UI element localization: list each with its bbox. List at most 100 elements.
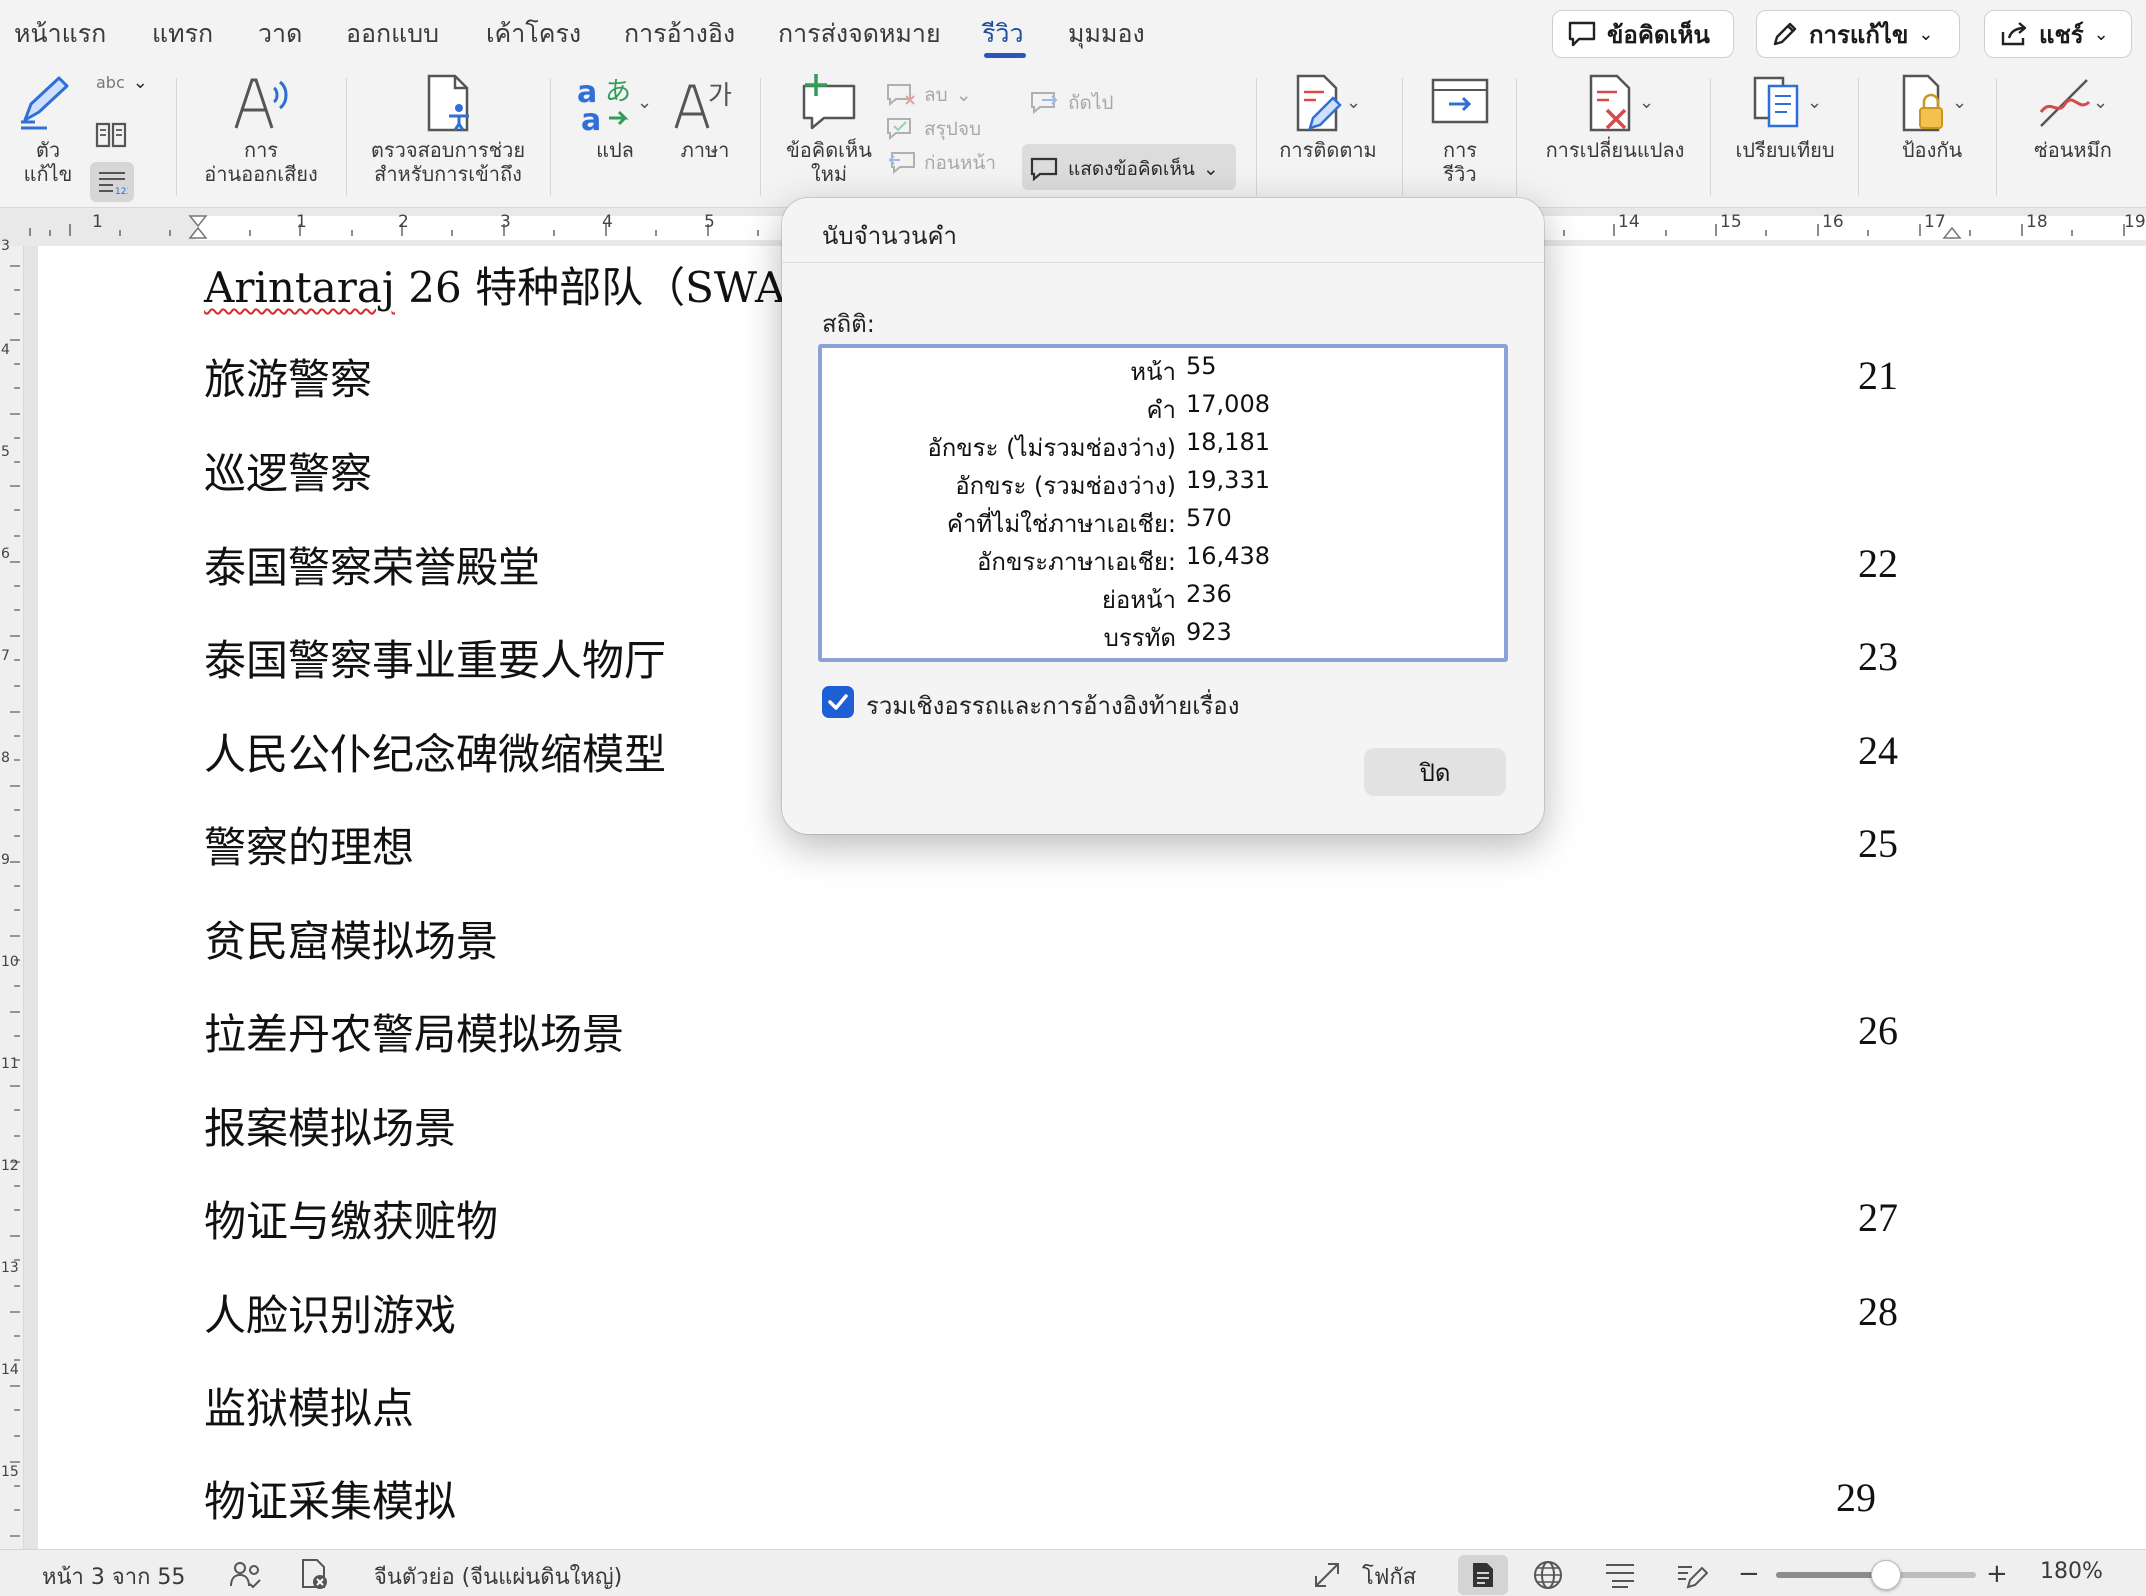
- toc-entry[interactable]: 泰国警察事业重要人物厅: [204, 627, 666, 688]
- toc-page-number: 23: [1858, 634, 1898, 679]
- misspelled-word[interactable]: Arintaraj: [204, 263, 395, 312]
- tab-view[interactable]: มุมมอง: [1068, 14, 1145, 54]
- toc-entry[interactable]: 巡逻警察: [204, 440, 372, 501]
- read-aloud-button[interactable]: การ อ่านออกเสียง: [196, 72, 326, 186]
- zoom-out-button[interactable]: −: [1738, 1559, 1760, 1589]
- tab-layout[interactable]: เค้าโครง: [486, 14, 581, 54]
- include-footnotes-label[interactable]: รวมเชิงอรรถและการอ้างอิงท้ายเรื่อง: [866, 686, 1239, 725]
- toc-entry[interactable]: 警察的理想: [204, 814, 414, 875]
- include-footnotes-checkbox[interactable]: [822, 686, 854, 718]
- editing-mode-button[interactable]: การแก้ไข ⌄: [1756, 10, 1960, 58]
- reviewing-line2: รีวิว: [1443, 162, 1477, 186]
- toc-entry[interactable]: 报案模拟场景: [204, 1095, 456, 1156]
- tracking-button[interactable]: ⌄ การติดตาม: [1272, 72, 1384, 162]
- resolve-comment-button[interactable]: สรุปจบ: [886, 114, 981, 144]
- svg-text:a: a: [581, 103, 601, 134]
- stat-label: ย่อหน้า: [1101, 586, 1176, 614]
- stat-label: คำ: [1146, 396, 1176, 424]
- statistics-list[interactable]: หน้า 55 คำ 17,008 อักขระ (ไม่รวมช่องว่าง…: [818, 344, 1508, 662]
- stat-value: 16,438: [1186, 542, 1270, 570]
- focus-button[interactable]: โฟกัส: [1362, 1559, 1416, 1594]
- chevron-down-icon: ⌄: [132, 72, 148, 93]
- toc-entry[interactable]: 泰国警察荣誉殿堂: [204, 534, 540, 595]
- tab-review[interactable]: รีวิว: [982, 14, 1024, 54]
- tracking-label: การติดตาม: [1279, 138, 1377, 162]
- toc-entry[interactable]: 人民公仆纪念碑微缩模型: [204, 721, 666, 782]
- new-comment-button[interactable]: ข้อคิดเห็น ใหม่: [776, 72, 882, 186]
- show-comments-label: แสดงข้อคิดเห็น: [1068, 158, 1195, 180]
- active-tab-indicator: [984, 53, 1026, 58]
- close-button[interactable]: ปิด: [1364, 748, 1506, 796]
- toc-page-number: 22: [1858, 541, 1898, 586]
- toc-entry[interactable]: 旅游警察: [204, 346, 372, 407]
- accessibility-status-icon[interactable]: [228, 1560, 264, 1590]
- delete-comment-button[interactable]: ลบ ⌄: [886, 80, 972, 110]
- web-layout-globe-icon[interactable]: [1532, 1559, 1564, 1591]
- toc-entry[interactable]: 拉差丹农警局模拟场景: [204, 1001, 624, 1062]
- focus-label: โฟกัส: [1362, 1565, 1417, 1590]
- changes-label: การเปลี่ยนแปลง: [1545, 138, 1685, 162]
- next-comment-button[interactable]: ถัดไป: [1030, 88, 1113, 118]
- zoom-level[interactable]: 180%: [2040, 1559, 2103, 1584]
- word-count-button[interactable]: 123: [90, 162, 134, 202]
- thesaurus-book-icon[interactable]: [94, 120, 128, 150]
- previous-comment-button[interactable]: ก่อนหน้า: [886, 148, 996, 178]
- zoom-in-button[interactable]: +: [1986, 1559, 2008, 1589]
- tab-references[interactable]: การอ้างอิง: [624, 14, 735, 54]
- new-comment-icon: [802, 74, 856, 130]
- toc-entry[interactable]: 监狱模拟点: [204, 1375, 414, 1436]
- language-indicator[interactable]: จีนตัวย่อ (จีนแผ่นดินใหญ่): [374, 1559, 622, 1594]
- word-count-dialog: นับจำนวนคำ สถิติ: หน้า 55 คำ 17,008 อักข…: [782, 198, 1544, 834]
- protect-button[interactable]: ⌄ ป้องกัน: [1876, 72, 1988, 162]
- doc-first-line[interactable]: Arintaraj 26 特种部队（SWAT）: [204, 254, 853, 315]
- language-label: ภาษา: [680, 138, 730, 162]
- stat-row-chars-no-spaces: อักขระ (ไม่รวมช่องว่าง) 18,181: [822, 428, 1504, 466]
- expand-icon[interactable]: [1312, 1560, 1342, 1590]
- spelling-options-button[interactable]: abc ⌄: [96, 72, 148, 93]
- print-layout-view-button[interactable]: [1458, 1555, 1508, 1595]
- vruler-label: 8: [1, 750, 10, 766]
- stat-label: อักขระ (ไม่รวมช่องว่าง): [927, 434, 1176, 462]
- outline-view-icon[interactable]: [1604, 1561, 1636, 1589]
- spelling-grammar-button[interactable]: ตัว แก้ไข: [10, 72, 86, 186]
- toc-page-number: 25: [1858, 821, 1898, 866]
- share-button[interactable]: แชร์ ⌄: [1984, 10, 2132, 58]
- compare-button[interactable]: ⌄ เปรียบเทียบ: [1728, 72, 1842, 162]
- draft-view-pen-icon[interactable]: [1676, 1559, 1708, 1591]
- toc-entry[interactable]: 物证与缴获赃物: [204, 1188, 498, 1249]
- reviewing-pane-button[interactable]: การ รีวิว: [1420, 72, 1500, 186]
- tab-home[interactable]: หน้าแรก: [14, 14, 106, 54]
- toc-entry[interactable]: 物证采集模拟: [204, 1468, 456, 1529]
- toc-entry[interactable]: 人脸识别游戏: [204, 1282, 456, 1343]
- vruler-label: 5: [1, 444, 10, 460]
- spelling-pen-icon: [21, 76, 69, 130]
- tab-draw[interactable]: วาด: [258, 14, 302, 54]
- pencil-icon: [1773, 22, 1797, 46]
- toc-page-number: 26: [1858, 1008, 1898, 1053]
- dialog-title: นับจำนวนคำ: [822, 222, 957, 250]
- vruler-label: 4: [1, 342, 10, 358]
- zoom-slider-thumb[interactable]: [1871, 1560, 1901, 1590]
- new-comment-line2: ใหม่: [810, 162, 848, 186]
- tab-design[interactable]: ออกแบบ: [346, 14, 439, 54]
- translate-button[interactable]: a あ a ⌄ แปล: [568, 72, 662, 162]
- toc-entry[interactable]: 贫民窟模拟场景: [204, 908, 498, 969]
- language-button[interactable]: 가 ภาษา: [668, 72, 742, 162]
- check-accessibility-button[interactable]: ตรวจสอบการช่วย สำหรับการเข้าถึง: [364, 72, 532, 186]
- ribbon-separator: [1256, 78, 1257, 196]
- editing-mode-label: การแก้ไข: [1809, 20, 1909, 49]
- tab-mailings[interactable]: การส่งจดหมาย: [778, 14, 941, 54]
- page-indicator[interactable]: หน้า 3 จาก 55: [42, 1559, 185, 1594]
- vruler-label: 7: [1, 648, 10, 664]
- ribbon-separator: [176, 78, 177, 196]
- changes-button[interactable]: ⌄ การเปลี่ยนแปลง: [1536, 72, 1694, 162]
- track-changes-icon: ⌄: [1296, 74, 1361, 132]
- share-label: แชร์: [2039, 20, 2084, 49]
- hide-ink-button[interactable]: ⌄ ซ่อนหมึก: [2018, 72, 2128, 162]
- tab-insert[interactable]: แทรก: [152, 14, 213, 54]
- vertical-ruler-ticks: [10, 265, 20, 1537]
- stat-row-asian-chars: อักขระภาษาเอเชีย: 16,438: [822, 542, 1504, 580]
- comments-button[interactable]: ข้อคิดเห็น: [1552, 10, 1734, 58]
- zoom-slider[interactable]: [1776, 1560, 1976, 1590]
- document-check-icon[interactable]: [298, 1558, 332, 1590]
